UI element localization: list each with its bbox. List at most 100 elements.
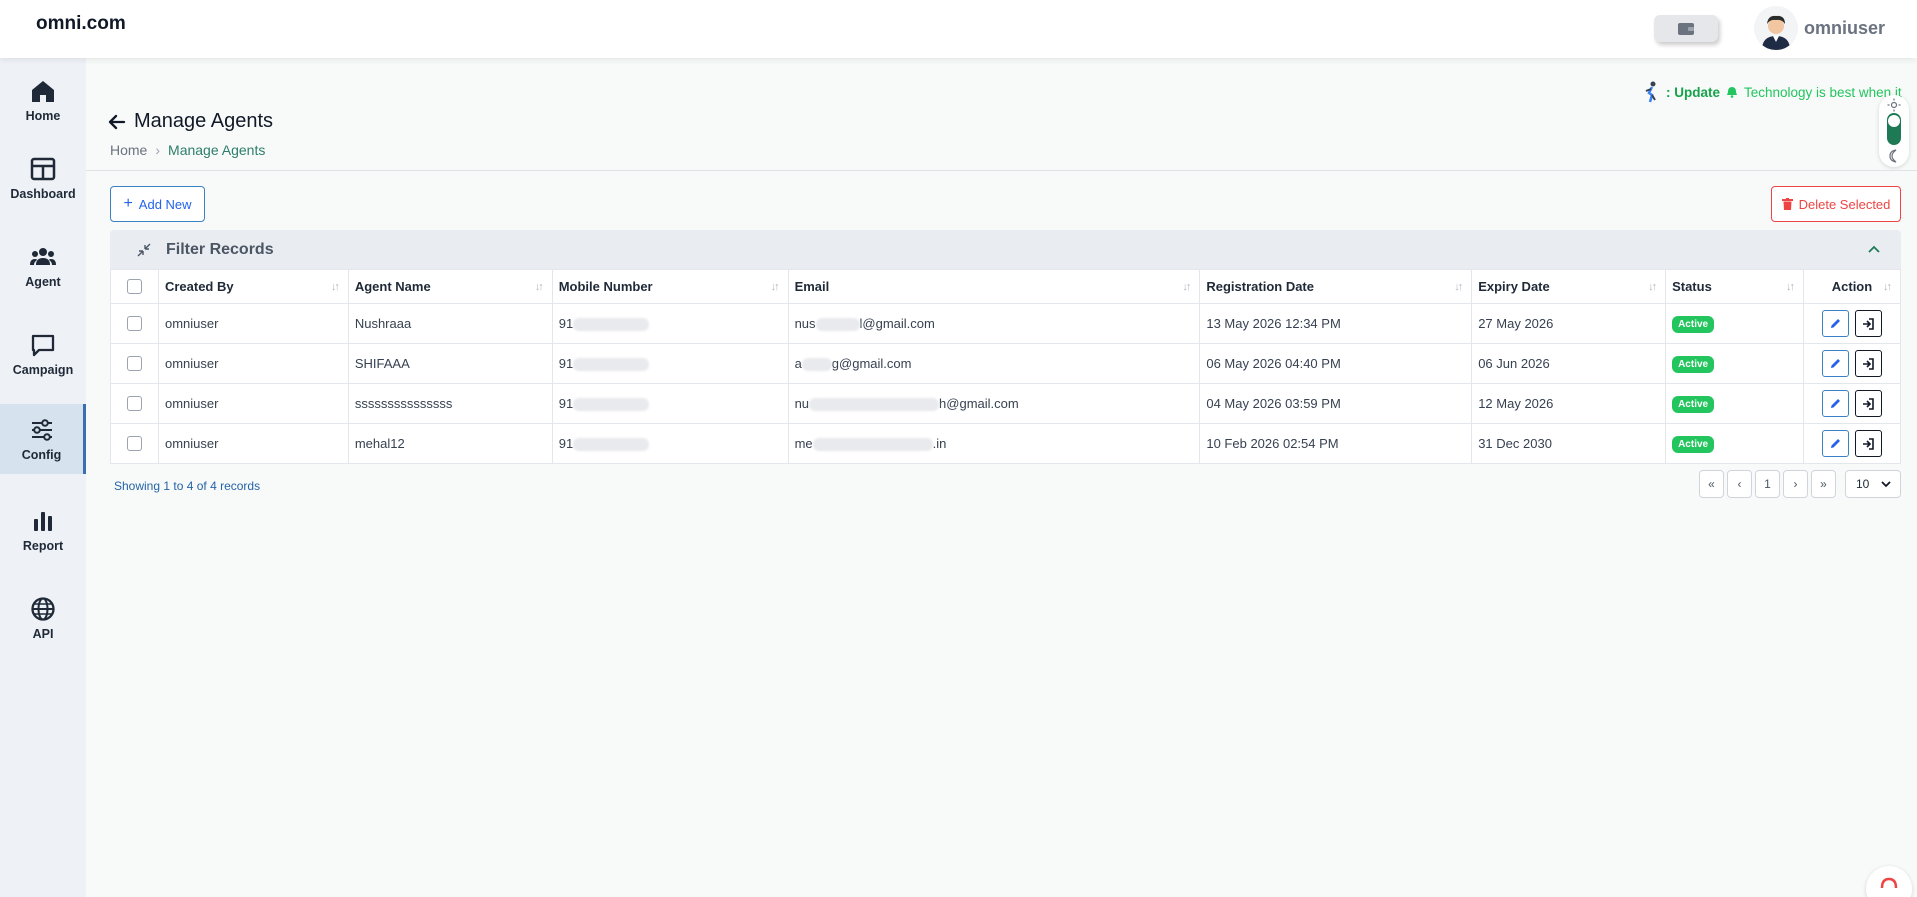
column-header-status[interactable]: Status ↓↑ (1665, 269, 1804, 304)
plus-icon: + (123, 195, 133, 212)
pencil-icon (1830, 439, 1840, 448)
sidebar-item-dashboard[interactable]: Dashboard (0, 144, 86, 212)
sort-icon[interactable]: ↓↑ (1786, 281, 1795, 293)
cell-expiry-date: 31 Dec 2030 (1471, 423, 1667, 464)
runner-icon (1645, 81, 1656, 103)
edit-button[interactable] (1821, 310, 1849, 337)
cell-email: nus l@gmail.com (787, 303, 1201, 344)
username[interactable]: omniuser (1804, 18, 1885, 39)
select-all-cell (110, 269, 159, 304)
column-header-registration-date[interactable]: Registration Date ↓↑ (1199, 269, 1473, 304)
sort-icon[interactable]: ↓↑ (1454, 281, 1463, 293)
delete-selected-button[interactable]: Delete Selected (1771, 186, 1901, 222)
sign-in-icon (1863, 357, 1875, 370)
column-header-mobile[interactable]: Mobile Number ↓↑ (551, 269, 789, 304)
cell-expiry-date: 06 Jun 2026 (1471, 343, 1667, 384)
column-header-expiry-date[interactable]: Expiry Date ↓↑ (1471, 269, 1667, 304)
breadcrumb: Home › Manage Agents (110, 142, 265, 158)
brand-logo[interactable]: omni.com (36, 13, 126, 35)
sliders-icon (31, 419, 52, 441)
login-as-agent-button[interactable] (1854, 310, 1882, 337)
sort-icon[interactable]: ↓↑ (1648, 281, 1657, 293)
sidebar-item-campaign[interactable]: Campaign (0, 320, 86, 388)
column-label: Expiry Date (1478, 279, 1550, 294)
sort-icon[interactable]: ↓↑ (1182, 281, 1191, 293)
page-size-value: 10 (1856, 477, 1870, 491)
status-badge: Active (1672, 315, 1715, 333)
avatar[interactable] (1754, 6, 1798, 50)
breadcrumb-home[interactable]: Home (110, 142, 147, 158)
wallet-icon (1678, 22, 1694, 35)
theme-toggle[interactable] (1879, 95, 1909, 167)
login-as-agent-button[interactable] (1854, 390, 1882, 417)
mobile-prefix: 91 (558, 355, 574, 371)
row-checkbox[interactable] (126, 436, 142, 451)
row-checkbox[interactable] (126, 396, 142, 411)
select-all-checkbox[interactable] (126, 279, 142, 294)
prev-page-button[interactable]: ‹ (1727, 470, 1752, 498)
cell-mobile: 91 (551, 383, 789, 424)
status-badge: Active (1672, 355, 1715, 373)
sort-icon[interactable]: ↓↑ (771, 281, 780, 293)
mobile-prefix: 91 (558, 395, 574, 411)
sidebar-item-api[interactable]: API (0, 584, 86, 652)
cell-created-by: omniuser (157, 303, 349, 344)
bar-chart-icon (34, 512, 52, 531)
sidebar-item-agent[interactable]: Agent (0, 232, 86, 300)
first-page-button[interactable]: « (1699, 470, 1724, 498)
pagination: « ‹ 1 › » (1699, 470, 1836, 498)
collapse-arrows-icon (137, 243, 151, 256)
redacted-text (815, 318, 860, 332)
edit-button[interactable] (1821, 430, 1849, 457)
update-text: Technology is best when it (1744, 84, 1902, 100)
column-header-agent-name[interactable]: Agent Name ↓↑ (347, 269, 553, 304)
last-page-button[interactable]: » (1811, 470, 1836, 498)
next-page-button[interactable]: › (1783, 470, 1808, 498)
cell-expiry-date: 12 May 2026 (1471, 383, 1667, 424)
floating-help-button[interactable] (1866, 866, 1912, 897)
chevron-right-icon: › (155, 142, 161, 158)
login-as-agent-button[interactable] (1854, 430, 1882, 457)
sort-icon[interactable]: ↓↑ (535, 281, 544, 293)
cell-status: Active (1665, 303, 1804, 344)
filter-records-panel[interactable]: Filter Records (110, 230, 1901, 269)
cell-agent-name: mehal12 (347, 423, 553, 464)
edit-button[interactable] (1821, 350, 1849, 377)
page-1-button[interactable]: 1 (1755, 470, 1780, 498)
back-arrow-icon[interactable] (108, 114, 126, 130)
add-new-button[interactable]: + Add New (110, 186, 205, 222)
page-size-select[interactable]: 10 (1845, 470, 1901, 498)
cell-registration-date: 13 May 2026 12:34 PM (1199, 303, 1473, 344)
edit-button[interactable] (1821, 390, 1849, 417)
chevron-up-icon[interactable] (1867, 242, 1881, 256)
table-row: omniuser SHIFAAA 91 a g@gmail.com 06 May … (110, 343, 1902, 384)
column-header-action[interactable]: Action ↓↑ (1802, 269, 1902, 304)
help-icon (1880, 877, 1898, 889)
breadcrumb-current: Manage Agents (168, 142, 266, 158)
sidebar-item-config[interactable]: Config (0, 404, 86, 474)
cell-action (1802, 343, 1902, 384)
sidebar-item-home[interactable]: Home (0, 66, 86, 134)
row-select-cell (110, 303, 159, 344)
home-icon (32, 81, 54, 102)
column-header-created-by[interactable]: Created By ↓↑ (157, 269, 349, 304)
sidebar-item-report[interactable]: Report (0, 496, 86, 564)
column-header-email[interactable]: Email ↓↑ (787, 269, 1201, 304)
pencil-icon (1830, 359, 1840, 368)
sort-icon[interactable]: ↓↑ (331, 281, 340, 293)
row-checkbox[interactable] (126, 356, 142, 371)
cell-status: Active (1665, 343, 1804, 384)
cell-action (1802, 423, 1902, 464)
row-checkbox[interactable] (126, 316, 142, 331)
sort-icon[interactable]: ↓↑ (1883, 281, 1892, 293)
filter-title: Filter Records (166, 240, 274, 258)
login-as-agent-button[interactable] (1854, 350, 1882, 377)
sidebar: Home Dashboard Agent Campaign Config Rep… (0, 58, 86, 897)
cell-created-by: omniuser (157, 423, 349, 464)
toggle-knob (1888, 115, 1900, 127)
email-start: nus (794, 315, 816, 331)
cell-status: Active (1665, 423, 1804, 464)
cell-registration-date: 04 May 2026 03:59 PM (1199, 383, 1473, 424)
wallet-button[interactable] (1654, 15, 1718, 42)
dashboard-icon (30, 157, 56, 181)
